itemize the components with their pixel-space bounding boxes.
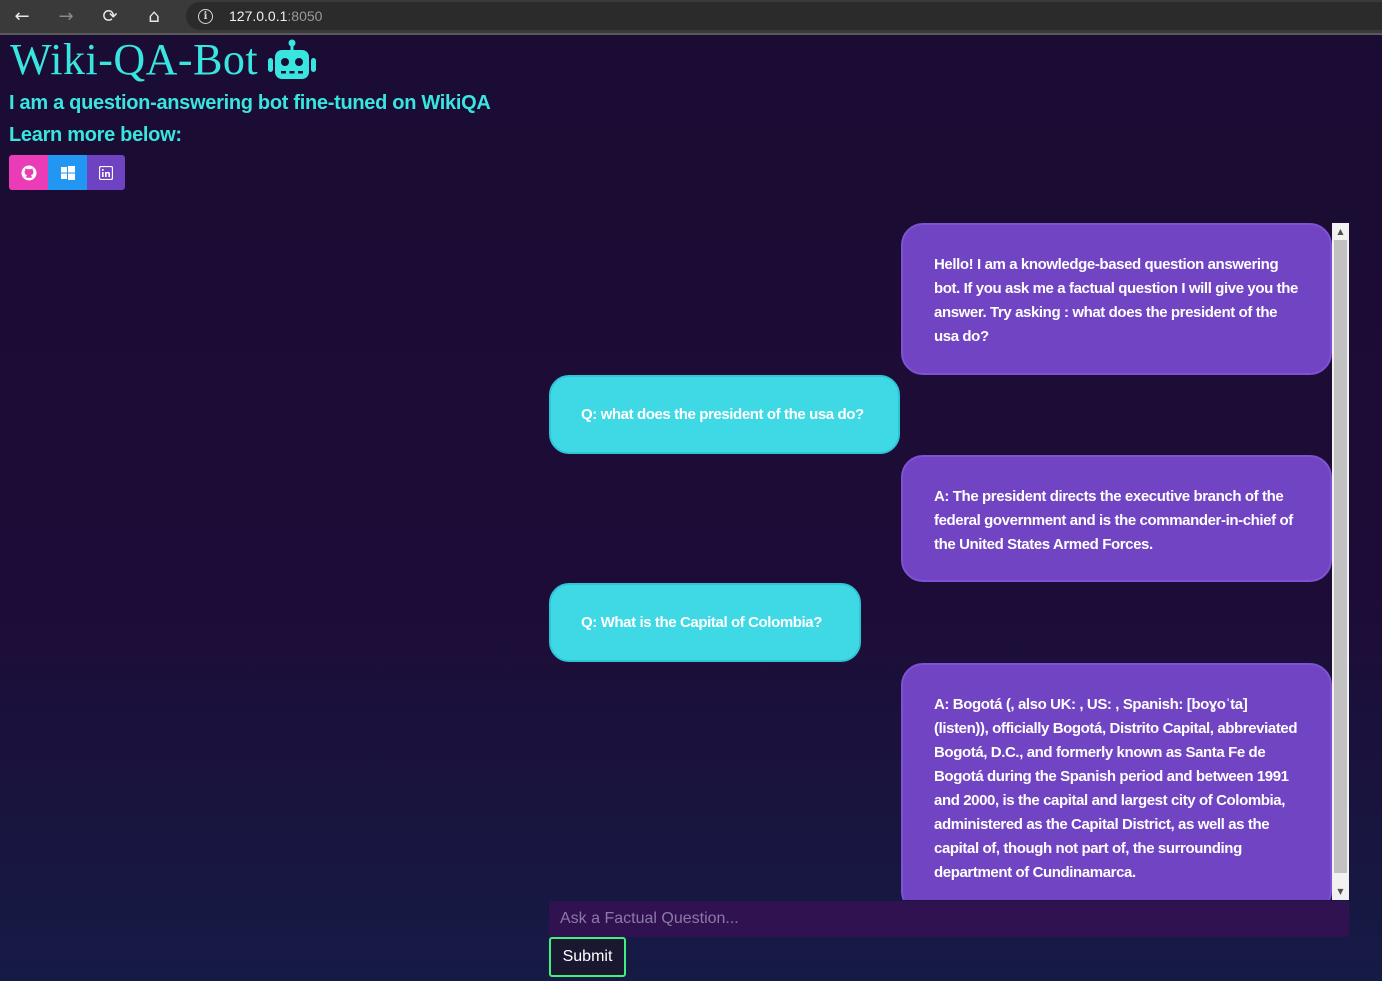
learn-more-label: Learn more below:	[9, 124, 182, 146]
browser-toolbar: ← → ⟳ ⌂ i 127.0.0.1:8050	[0, 0, 1382, 33]
page-title: Wiki-QA-Bot	[10, 35, 259, 84]
windows-button[interactable]	[48, 155, 87, 190]
linkedin-icon	[99, 165, 113, 180]
url-host: 127.0.0.1	[229, 8, 288, 24]
chat-scrollbar[interactable]: ▲ ▼	[1332, 223, 1349, 900]
url-port: :8050	[287, 8, 323, 24]
forward-icon[interactable]: →	[44, 2, 88, 32]
scroll-thumb[interactable]	[1334, 240, 1347, 873]
info-icon[interactable]: i	[198, 8, 213, 24]
github-icon	[21, 165, 36, 180]
title-row: Wiki-QA-Bot	[10, 38, 318, 82]
bot-message: A: Bogotá (, also UK: , US: , Spanish: […	[901, 663, 1332, 900]
reload-icon[interactable]: ⟳	[88, 2, 132, 32]
home-icon[interactable]: ⌂	[132, 2, 176, 32]
scroll-down-icon[interactable]: ▼	[1332, 883, 1349, 900]
github-button[interactable]	[9, 155, 48, 190]
chat-log[interactable]: Hello! I am a knowledge-based question a…	[549, 223, 1349, 900]
user-message: Q: what does the president of the usa do…	[549, 375, 900, 454]
linkedin-button[interactable]	[87, 155, 125, 190]
question-input[interactable]	[549, 901, 1349, 937]
address-bar[interactable]: i 127.0.0.1:8050	[186, 2, 1382, 30]
submit-button[interactable]: Submit	[549, 937, 626, 977]
bot-message: A: The president directs the executive b…	[901, 455, 1332, 582]
robot-icon	[268, 39, 317, 79]
windows-icon	[60, 165, 75, 180]
back-icon[interactable]: ←	[0, 2, 44, 32]
social-links	[9, 155, 125, 190]
scroll-up-icon[interactable]: ▲	[1332, 223, 1349, 240]
user-message: Q: What is the Capital of Colombia?	[549, 583, 861, 662]
subtitle: I am a question-answering bot fine-tuned…	[9, 92, 491, 114]
bot-message: Hello! I am a knowledge-based question a…	[901, 223, 1332, 375]
